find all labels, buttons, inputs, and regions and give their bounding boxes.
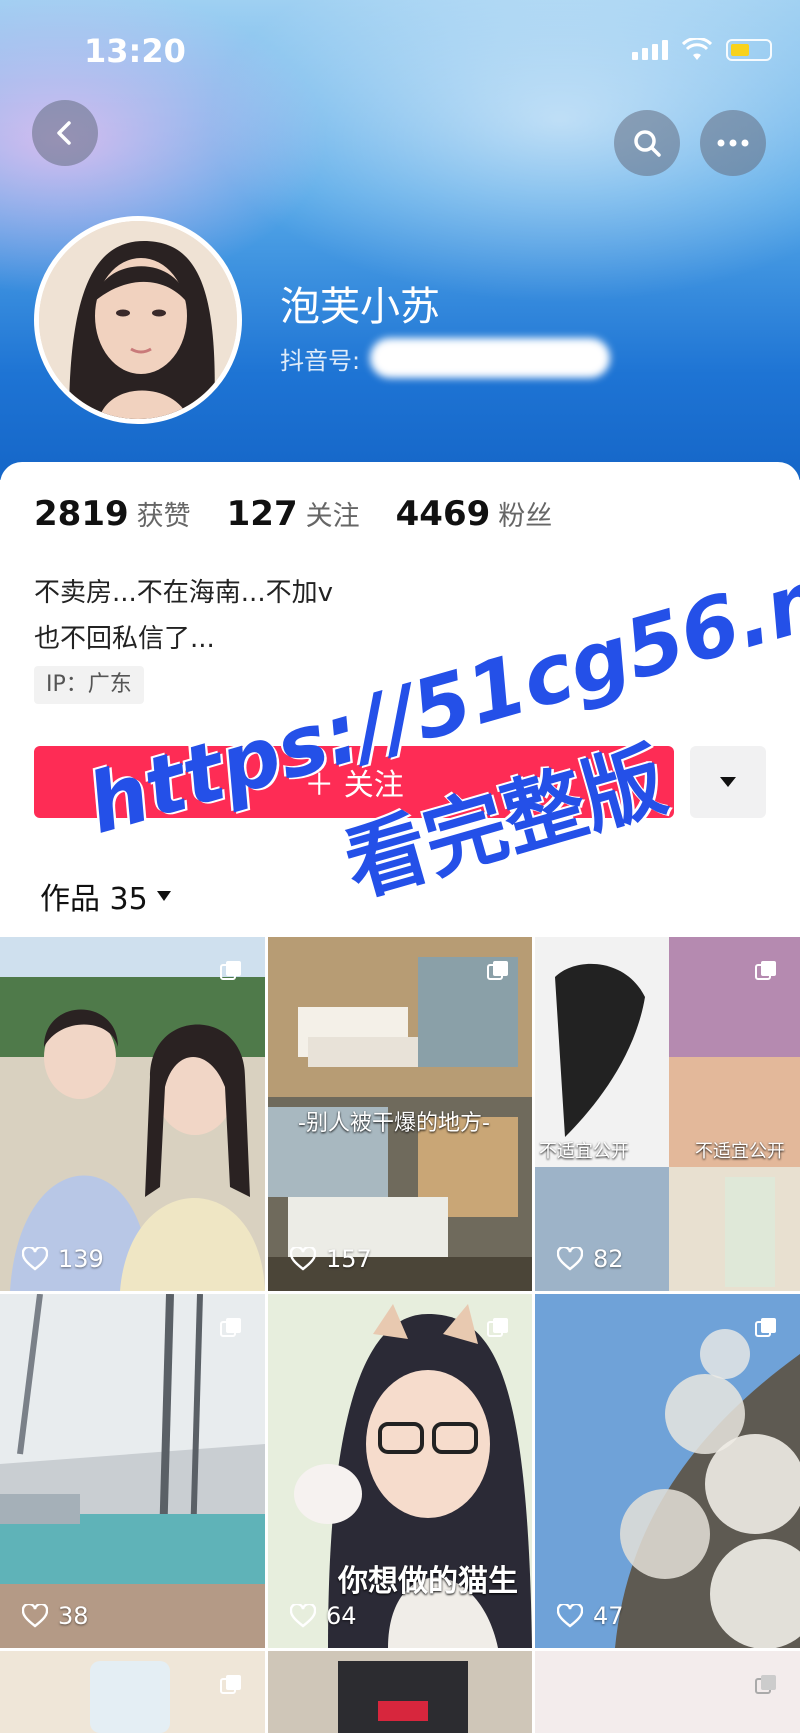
battery-icon — [726, 39, 772, 61]
back-button[interactable] — [32, 100, 98, 166]
video-tile[interactable]: 139 — [0, 937, 265, 1291]
heart-icon — [557, 1604, 583, 1628]
bio-line: 不卖房...不在海南...不加v — [34, 578, 333, 608]
status-icons — [632, 38, 772, 62]
video-thumbnail — [0, 1294, 265, 1648]
more-horizontal-icon — [717, 139, 749, 147]
multi-image-icon — [220, 961, 241, 980]
video-thumbnail — [535, 937, 800, 1291]
multi-image-icon — [487, 961, 508, 980]
multi-image-icon — [755, 961, 776, 980]
video-tile[interactable]: 你想做的猫生 64 — [268, 1294, 532, 1648]
multi-image-icon — [220, 1675, 241, 1694]
follow-button[interactable]: ＋ 关注 — [34, 746, 674, 818]
douyin-id-redaction — [370, 338, 611, 378]
like-count: 157 — [290, 1245, 372, 1273]
video-thumbnail — [535, 1294, 800, 1648]
signal-icon — [632, 40, 668, 60]
stat-following[interactable]: 127 关注 — [227, 494, 360, 534]
profile-stats: 2819 获赞 127 关注 4469 粉丝 — [34, 494, 588, 534]
video-tile[interactable]: -别人被干爆的地方- 157 — [268, 937, 532, 1291]
chevron-left-icon — [57, 121, 71, 145]
multi-image-icon — [755, 1318, 776, 1337]
search-icon — [634, 130, 661, 157]
avatar[interactable] — [34, 216, 242, 424]
recommend-dropdown-button[interactable] — [690, 746, 766, 818]
heart-icon — [22, 1604, 48, 1628]
status-time: 13:20 — [84, 32, 186, 70]
caret-down-icon — [720, 777, 736, 787]
multi-image-icon — [755, 1675, 776, 1694]
heart-icon — [557, 1247, 583, 1271]
video-tile[interactable]: 38 — [0, 1294, 265, 1648]
nickname: 泡芙小苏 — [280, 284, 440, 330]
wifi-icon — [682, 38, 712, 60]
video-tile[interactable] — [535, 1651, 800, 1733]
douyin-id: 抖音号: — [280, 338, 611, 378]
like-count: 64 — [290, 1602, 357, 1630]
tab-works-label: 作品 35 — [40, 882, 148, 917]
video-tile[interactable]: 47 — [535, 1294, 800, 1648]
heart-icon — [290, 1247, 316, 1271]
douyin-id-label: 抖音号: — [280, 346, 361, 375]
like-count: 38 — [22, 1602, 89, 1630]
more-button[interactable] — [700, 110, 766, 176]
multi-image-icon — [487, 1318, 508, 1337]
video-tile[interactable]: 不适宜公开 不适宜公开 82 — [535, 937, 800, 1291]
video-caption-overlay: 你想做的猫生 — [338, 1564, 518, 1599]
search-button[interactable] — [614, 110, 680, 176]
like-count: 139 — [22, 1245, 104, 1273]
heart-icon — [22, 1247, 48, 1271]
content-warning-label: 不适宜公开 — [539, 1141, 629, 1162]
bio: 不卖房...不在海南...不加v 也不回私信了... — [34, 570, 333, 662]
stat-likes[interactable]: 2819 获赞 — [34, 494, 191, 534]
bio-line: 也不回私信了... — [34, 624, 215, 654]
content-warning-label: 不适宜公开 — [695, 1141, 785, 1162]
video-tile[interactable] — [268, 1651, 532, 1733]
avatar-photo — [39, 221, 237, 419]
stat-followers[interactable]: 4469 粉丝 — [396, 494, 553, 534]
like-count: 47 — [557, 1602, 624, 1630]
video-thumbnail — [268, 1651, 532, 1733]
like-count: 82 — [557, 1245, 624, 1273]
heart-icon — [290, 1604, 316, 1628]
video-thumbnail — [0, 937, 265, 1291]
video-caption-overlay: -别人被干爆的地方- — [298, 1111, 490, 1136]
ip-location-tag: IP：广东 — [34, 666, 144, 704]
caret-down-icon — [156, 891, 171, 901]
tab-works[interactable]: 作品 35 — [40, 874, 172, 918]
multi-image-icon — [220, 1318, 241, 1337]
video-tile[interactable] — [0, 1651, 265, 1733]
